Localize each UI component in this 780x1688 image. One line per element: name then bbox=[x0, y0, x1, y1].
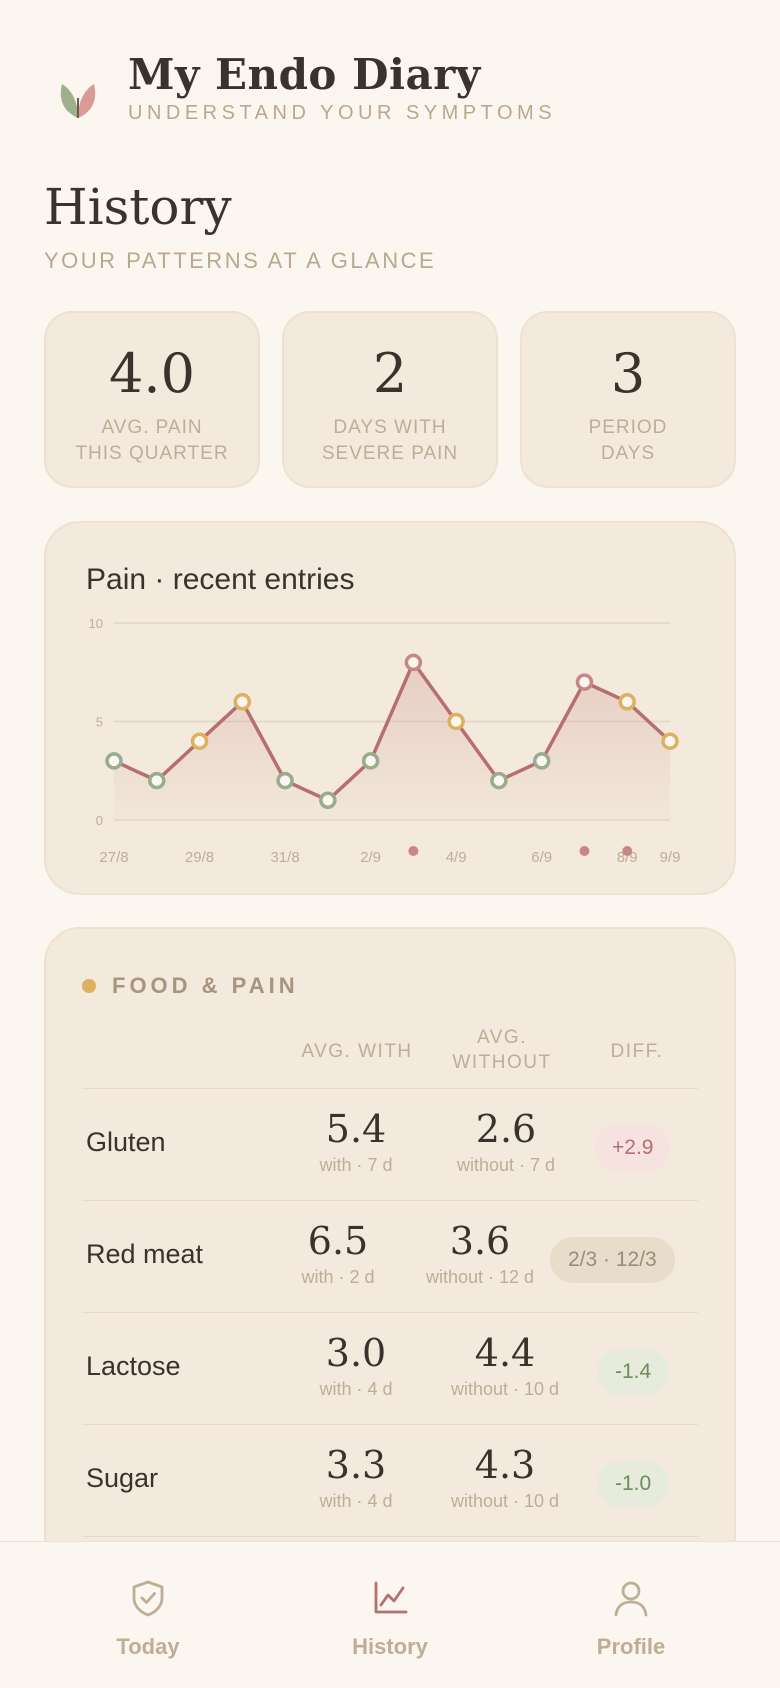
heading-dot-icon bbox=[82, 979, 96, 993]
col-header-avg-without: AVG. WITHOUT bbox=[452, 1027, 552, 1073]
nav-label: History bbox=[352, 1634, 428, 1659]
x-tick-label: 6/9 bbox=[531, 849, 552, 866]
data-point bbox=[361, 752, 380, 770]
leaf-logo-icon bbox=[60, 84, 96, 118]
period-marker-dot bbox=[408, 846, 419, 856]
stat-value: 2 bbox=[372, 342, 408, 405]
stat-card-avg-pain: 4.0 AVG. PAIN THIS QUARTER bbox=[44, 311, 260, 488]
avg-without-count: without · 12 d bbox=[425, 1267, 535, 1287]
x-tick-label: 9/9 bbox=[660, 849, 681, 866]
data-point bbox=[447, 712, 465, 731]
data-point bbox=[661, 732, 679, 750]
app-header: My Endo Diary UNDERSTAND YOUR SYMPTOMS bbox=[58, 50, 738, 130]
diff-badge: 2/3 · 12/3 bbox=[550, 1237, 675, 1283]
table-divider bbox=[82, 1536, 698, 1537]
avg-without-value: 4.4 bbox=[474, 1331, 536, 1375]
avg-without-count: without · 10 d bbox=[450, 1491, 560, 1511]
avg-without-cell: 4.3 without · 10 d bbox=[422, 1443, 588, 1512]
diff-badge: -1.0 bbox=[597, 1461, 670, 1507]
data-point bbox=[148, 771, 166, 790]
data-point bbox=[618, 693, 636, 711]
nav-item-today[interactable]: Today bbox=[48, 1542, 248, 1688]
stat-value: 4.0 bbox=[109, 342, 195, 405]
nav-label: Today bbox=[116, 1634, 180, 1659]
avg-without-cell: 3.6 without · 12 d bbox=[402, 1219, 558, 1288]
food-name: Sugar bbox=[86, 1463, 159, 1493]
data-point bbox=[190, 732, 209, 750]
avg-with-cell: 5.4 with · 7 d bbox=[282, 1107, 430, 1176]
user-icon bbox=[614, 1581, 648, 1617]
avg-with-cell: 6.5 with · 2 d bbox=[264, 1219, 412, 1288]
nav-item-profile[interactable]: Profile bbox=[531, 1542, 731, 1688]
stat-label: PERIOD DAYS bbox=[588, 417, 668, 464]
avg-with-cell: 3.3 with · 4 d bbox=[282, 1443, 430, 1512]
app-title: My Endo Diary bbox=[128, 50, 481, 99]
data-point bbox=[490, 771, 508, 790]
data-point bbox=[575, 673, 594, 691]
food-pain-heading: FOOD & PAIN bbox=[82, 971, 299, 1001]
nav-item-history[interactable]: History bbox=[290, 1542, 490, 1688]
avg-with-count: with · 2 d bbox=[301, 1267, 375, 1287]
col-header-diff: DIFF. bbox=[610, 1041, 664, 1062]
x-tick-label: 2/9 bbox=[360, 849, 381, 866]
data-point bbox=[532, 752, 551, 770]
avg-with-value: 5.4 bbox=[325, 1107, 387, 1151]
col-header-avg-with: AVG. WITH bbox=[301, 1041, 413, 1062]
x-tick-label: 31/8 bbox=[270, 849, 299, 866]
food-row-sugar[interactable]: Sugar 3.3 with · 4 d 4.3 without · 10 d … bbox=[46, 1425, 738, 1537]
avg-without-value: 4.3 bbox=[474, 1443, 536, 1487]
stat-label: DAYS WITH SEVERE PAIN bbox=[321, 417, 459, 464]
shield-check-icon bbox=[132, 1580, 164, 1617]
stats-row: 4.0 AVG. PAIN THIS QUARTER 2 DAYS WITH S… bbox=[44, 311, 736, 488]
data-point bbox=[276, 771, 294, 790]
diff-badge: -1.4 bbox=[597, 1349, 670, 1395]
avg-without-cell: 4.4 without · 10 d bbox=[422, 1331, 588, 1400]
stat-value: 3 bbox=[610, 342, 646, 405]
data-point bbox=[105, 752, 123, 770]
avg-with-count: with · 4 d bbox=[319, 1491, 393, 1511]
food-name: Gluten bbox=[86, 1127, 166, 1157]
diff-badge: +2.9 bbox=[594, 1125, 672, 1171]
avg-without-value: 2.6 bbox=[475, 1107, 537, 1151]
avg-with-value: 6.5 bbox=[307, 1219, 369, 1263]
bottom-nav: Today History Profile bbox=[0, 1541, 780, 1688]
avg-with-count: with · 4 d bbox=[319, 1379, 393, 1399]
avg-without-count: without · 7 d bbox=[456, 1155, 556, 1175]
avg-without-cell: 2.6 without · 7 d bbox=[432, 1107, 580, 1176]
chart-line-icon bbox=[374, 1581, 408, 1614]
data-point bbox=[404, 653, 423, 672]
x-tick-label: 27/8 bbox=[99, 849, 128, 866]
y-tick-label: 10 bbox=[89, 616, 103, 631]
page-subtitle: YOUR PATTERNS AT A GLANCE bbox=[44, 248, 437, 273]
pain-line-chart: 051027/8 29/8 31/8 2/9 4/9 6/9 8/9 9/9 bbox=[89, 616, 681, 866]
food-row-lactose[interactable]: Lactose 3.0 with · 4 d 4.4 without · 10 … bbox=[46, 1313, 738, 1425]
avg-with-count: with · 7 d bbox=[319, 1155, 393, 1175]
app-subtitle: UNDERSTAND YOUR SYMPTOMS bbox=[128, 102, 557, 124]
y-tick-label: 0 bbox=[96, 813, 103, 828]
stat-card-period-days: 3 PERIOD DAYS bbox=[520, 311, 736, 488]
food-pain-card: FOOD & PAIN AVG. WITH AVG. WITHOUT DIFF.… bbox=[44, 927, 736, 1627]
data-point bbox=[233, 693, 252, 711]
food-row-gluten[interactable]: Gluten 5.4 with · 7 d 2.6 without · 7 d … bbox=[46, 1089, 738, 1201]
avg-with-value: 3.0 bbox=[325, 1331, 387, 1375]
stat-label: AVG. PAIN THIS QUARTER bbox=[75, 417, 229, 464]
avg-with-value: 3.3 bbox=[325, 1443, 387, 1487]
x-tick-label: 29/8 bbox=[185, 849, 214, 866]
avg-with-cell: 3.0 with · 4 d bbox=[282, 1331, 430, 1400]
page-title: History bbox=[44, 178, 232, 236]
pain-chart-card: Pain · recent entries 0 5 10 27/8 29/8 31/8 2/… bbox=[44, 521, 736, 895]
avg-without-count: without · 10 d bbox=[450, 1379, 560, 1399]
period-marker-dot bbox=[622, 846, 633, 856]
avg-without-value: 3.6 bbox=[449, 1219, 511, 1263]
stat-card-severe-days: 2 DAYS WITH SEVERE PAIN bbox=[282, 311, 498, 488]
food-row-red-meat[interactable]: Red meat 6.5 with · 2 d 3.6 without · 12… bbox=[46, 1201, 738, 1313]
food-name: Red meat bbox=[86, 1239, 204, 1269]
data-point bbox=[319, 791, 337, 810]
period-marker-dot bbox=[579, 846, 590, 856]
y-tick-label: 5 bbox=[96, 715, 103, 730]
nav-label: Profile bbox=[596, 1634, 666, 1659]
food-name: Lactose bbox=[86, 1351, 181, 1381]
x-tick-label: 4/9 bbox=[446, 849, 467, 866]
food-pain-title: FOOD & PAIN bbox=[112, 973, 299, 998]
